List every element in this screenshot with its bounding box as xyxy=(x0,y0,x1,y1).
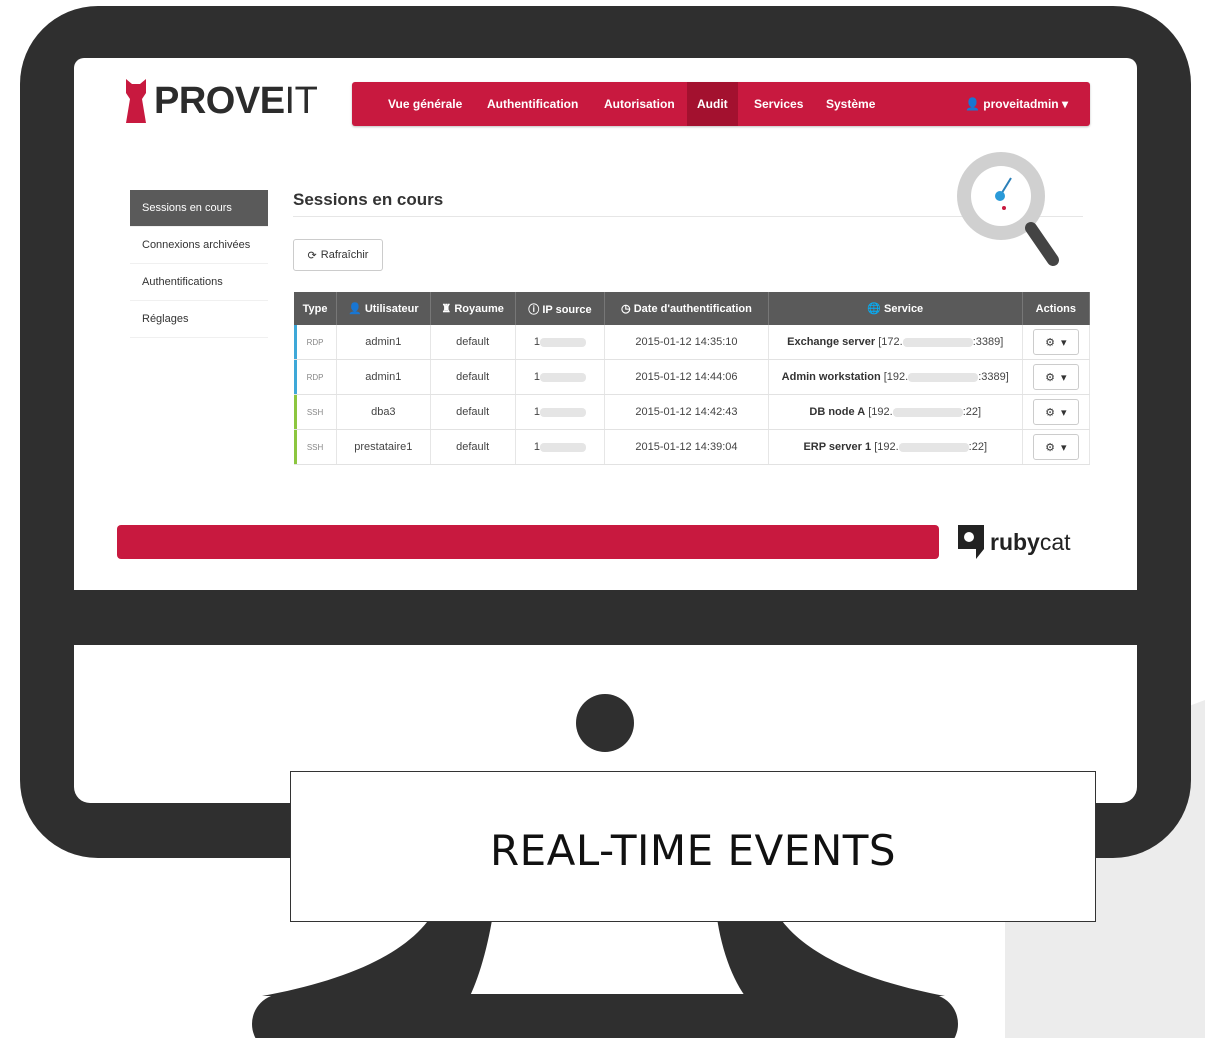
table-row: RDP admin1 default 1 2015-01-12 14:35:10… xyxy=(294,325,1091,360)
audit-sidebar: Sessions en cours Connexions archivées A… xyxy=(130,190,268,338)
rubycat-text: rubycat xyxy=(990,528,1071,555)
actions-button[interactable]: ⚙ ▾ xyxy=(1032,364,1079,390)
cell-realm: default xyxy=(430,359,516,395)
cell-type: SSH xyxy=(294,394,338,430)
top-navbar: Vue générale Authentification Autorisati… xyxy=(352,82,1090,126)
gear-icon: ⚙ xyxy=(1045,441,1056,454)
user-menu[interactable]: 👤 proveitadmin ▾ xyxy=(965,82,1068,126)
actions-button[interactable]: ⚙ ▾ xyxy=(1032,434,1079,460)
caption-box: REAL-TIME EVENTS xyxy=(290,771,1096,922)
cell-date: 2015-01-12 14:44:06 xyxy=(604,359,769,395)
cell-realm: default xyxy=(430,394,516,430)
redacted-ip xyxy=(908,372,979,382)
sidebar-item-archived[interactable]: Connexions archivées xyxy=(130,227,268,264)
cell-user: prestataire1 xyxy=(336,429,431,465)
info-icon: ⓘ xyxy=(528,303,540,316)
cell-date: 2015-01-12 14:39:04 xyxy=(604,429,769,465)
cell-realm: default xyxy=(430,429,516,465)
cell-user: dba3 xyxy=(336,394,431,430)
col-date[interactable]: ◷ Date d'authentification xyxy=(604,292,769,325)
cat-logo-icon xyxy=(126,79,146,123)
caret-down-icon: ▾ xyxy=(1061,406,1067,419)
cell-actions: ⚙ ▾ xyxy=(1022,394,1091,430)
nav-vue-generale[interactable]: Vue générale xyxy=(388,82,462,126)
cell-ip: 1 xyxy=(515,359,606,395)
gear-icon: ⚙ xyxy=(1045,371,1056,384)
sidebar-item-authentications[interactable]: Authentifications xyxy=(130,264,268,301)
caret-down-icon: ▾ xyxy=(1061,371,1067,384)
redacted-ip xyxy=(902,337,973,347)
sidebar-item-settings[interactable]: Réglages xyxy=(130,301,268,338)
col-user[interactable]: 👤 Utilisateur xyxy=(336,292,431,325)
sidebar-item-sessions[interactable]: Sessions en cours xyxy=(130,190,268,227)
cell-service: Admin workstation [192.:3389] xyxy=(768,359,1023,395)
redacted-ip xyxy=(540,372,587,382)
globe-icon: 🌐 xyxy=(867,303,881,315)
cell-ip: 1 xyxy=(515,394,606,430)
col-realm[interactable]: ♜ Royaume xyxy=(430,292,516,325)
cell-service: ERP server 1 [192.:22] xyxy=(768,429,1023,465)
proveit-logo: PROVEIT xyxy=(124,76,318,126)
cell-service: DB node A [192.:22] xyxy=(768,394,1023,430)
col-type[interactable]: Type xyxy=(294,292,338,325)
table-row: SSH dba3 default 1 2015-01-12 14:42:43 D… xyxy=(294,394,1091,430)
cell-actions: ⚙ ▾ xyxy=(1022,429,1091,465)
cell-realm: default xyxy=(430,325,516,360)
caret-down-icon: ▾ xyxy=(1061,441,1067,454)
caption-text: REAL-TIME EVENTS xyxy=(489,826,897,875)
redacted-ip xyxy=(892,407,963,417)
redacted-ip xyxy=(540,407,587,417)
gear-icon: ⚙ xyxy=(1045,336,1056,349)
col-service[interactable]: 🌐 Service xyxy=(768,292,1023,325)
redacted-ip xyxy=(540,337,587,347)
cell-service: Exchange server [172.:3389] xyxy=(768,325,1023,360)
col-ip[interactable]: ⓘ IP source xyxy=(515,292,606,325)
table-row: RDP admin1 default 1 2015-01-12 14:44:06… xyxy=(294,359,1091,395)
cell-date: 2015-01-12 14:35:10 xyxy=(604,325,769,360)
nav-systeme[interactable]: Système xyxy=(826,82,875,126)
footer-bar xyxy=(117,525,939,559)
table-header-row: Type 👤 Utilisateur ♜ Royaume ⓘ IP source… xyxy=(294,292,1091,325)
redacted-ip xyxy=(540,442,587,452)
cell-user: admin1 xyxy=(336,325,431,360)
nav-audit[interactable]: Audit xyxy=(687,82,738,126)
logo-text: PROVEIT xyxy=(154,79,318,122)
caret-down-icon: ▾ xyxy=(1061,336,1067,349)
cell-user: admin1 xyxy=(336,359,431,395)
cell-actions: ⚙ ▾ xyxy=(1022,325,1091,360)
clock-icon: ◷ xyxy=(621,303,631,315)
cell-actions: ⚙ ▾ xyxy=(1022,359,1091,395)
nav-authentification[interactable]: Authentification xyxy=(487,82,578,126)
gear-icon: ⚙ xyxy=(1045,406,1056,419)
actions-button[interactable]: ⚙ ▾ xyxy=(1032,399,1079,425)
actions-button[interactable]: ⚙ ▾ xyxy=(1032,329,1079,355)
castle-icon: ♜ xyxy=(441,303,452,315)
refresh-icon: ⟳ xyxy=(307,249,317,262)
redacted-ip xyxy=(898,442,969,452)
col-actions: Actions xyxy=(1022,292,1091,325)
magnifier-icon xyxy=(957,152,1059,266)
nav-autorisation[interactable]: Autorisation xyxy=(604,82,675,126)
user-icon: 👤 xyxy=(964,97,980,111)
table-row: SSH prestataire1 default 1 2015-01-12 14… xyxy=(294,429,1091,465)
refresh-button[interactable]: ⟳ Rafraîchir xyxy=(293,239,383,271)
screen: PROVEIT Vue générale Authentification Au… xyxy=(74,58,1137,590)
cell-date: 2015-01-12 14:42:43 xyxy=(604,394,769,430)
cell-type: RDP xyxy=(294,325,338,360)
nav-services[interactable]: Services xyxy=(754,82,803,126)
refresh-label: Rafraîchir xyxy=(320,249,369,261)
rubycat-logo: rubycat xyxy=(958,525,1071,559)
cell-ip: 1 xyxy=(515,429,606,465)
rubycat-mark-icon xyxy=(958,525,984,559)
cell-type: RDP xyxy=(294,359,338,395)
caret-down-icon: ▾ xyxy=(1061,97,1068,111)
power-button xyxy=(576,694,634,752)
sessions-table: Type 👤 Utilisateur ♜ Royaume ⓘ IP source… xyxy=(294,292,1091,465)
cell-ip: 1 xyxy=(515,325,606,360)
cell-type: SSH xyxy=(294,429,338,465)
user-icon: 👤 xyxy=(348,303,362,315)
page-title: Sessions en cours xyxy=(293,190,444,209)
